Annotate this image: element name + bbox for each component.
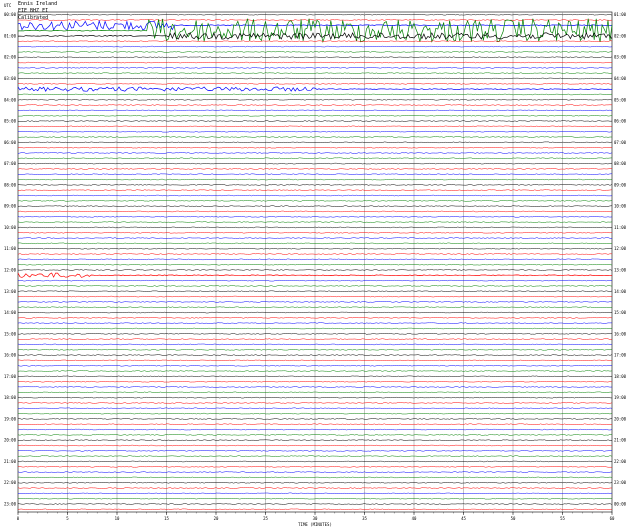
left-time-label: 18:00 [4, 395, 17, 400]
minute-tick-label: 40 [412, 516, 417, 521]
left-time-label: 06:00 [4, 140, 17, 145]
right-time-label: 08:00 [614, 161, 627, 166]
right-time-label: 02:00 [614, 33, 627, 38]
minute-tick-label: 55 [560, 516, 565, 521]
left-time-label: 08:00 [4, 182, 17, 187]
right-time-label: 13:00 [614, 267, 627, 272]
minute-tick-label: 25 [263, 516, 268, 521]
right-time-label: 19:00 [614, 395, 627, 400]
right-time-label: 15:00 [614, 310, 627, 315]
left-time-label: 20:00 [4, 438, 17, 443]
left-time-label: 16:00 [4, 353, 17, 358]
right-time-label: 04:00 [614, 76, 627, 81]
minute-tick-label: 45 [461, 516, 466, 521]
left-time-label: 22:00 [4, 480, 17, 485]
minute-tick-label: 0 [17, 516, 20, 521]
right-time-label: 14:00 [614, 289, 627, 294]
minute-tick-label: 10 [115, 516, 120, 521]
left-time-label: 14:00 [4, 310, 17, 315]
minute-tick-label: 15 [164, 516, 169, 521]
left-time-label: 21:00 [4, 459, 17, 464]
left-time-label: 03:00 [4, 76, 17, 81]
right-time-label: 16:00 [614, 331, 627, 336]
right-time-label: 23:00 [614, 480, 627, 485]
left-time-label: 15:00 [4, 331, 17, 336]
minute-tick-label: 60 [610, 516, 615, 521]
minute-tick-label: 50 [511, 516, 516, 521]
left-time-label: 05:00 [4, 119, 17, 124]
right-time-label: 09:00 [614, 182, 627, 187]
left-time-label: 23:00 [4, 502, 17, 507]
left-time-label: 01:00 [4, 33, 17, 38]
left-time-label: 07:00 [4, 161, 17, 166]
helicorder-plot: 0 5 10 15 20 25 30 35 40 45 50 55 60 TIME (MINUTES) UT… [4, 3, 627, 527]
minute-tick-label: 20 [214, 516, 219, 521]
right-time-label: 01:00 [614, 12, 627, 17]
right-time-label: 06:00 [614, 119, 627, 124]
left-time-label: 17:00 [4, 374, 17, 379]
helicorder-page: Ennis Ireland EIE BHZ EI Calibrated 0 5 10… [0, 0, 640, 528]
left-time-label: 02:00 [4, 55, 17, 60]
right-time-label: 20:00 [614, 416, 627, 421]
right-time-label: 17:00 [614, 353, 627, 358]
minute-tick-label: 30 [313, 516, 318, 521]
right-time-label: 18:00 [614, 374, 627, 379]
left-time-label: 13:00 [4, 289, 17, 294]
right-time-label: 11:00 [614, 225, 627, 230]
right-time-label: 12:00 [614, 246, 627, 251]
right-time-label: 05:00 [614, 97, 627, 102]
right-time-label: 07:00 [614, 140, 627, 145]
right-time-label: 00:00 [614, 502, 627, 507]
right-time-label: 21:00 [614, 438, 627, 443]
right-time-label: 03:00 [614, 55, 627, 60]
right-time-label: 10:00 [614, 204, 627, 209]
right-time-label: 22:00 [614, 459, 627, 464]
left-time-label: 10:00 [4, 225, 17, 230]
left-time-label: 09:00 [4, 204, 17, 209]
left-time-label: 11:00 [4, 246, 17, 251]
left-time-label: 00:00 [4, 12, 17, 17]
minute-tick-label: 35 [362, 516, 367, 521]
corner-label: UTC [4, 3, 12, 8]
left-time-label: 04:00 [4, 97, 17, 102]
x-axis-label: TIME (MINUTES) [298, 522, 332, 527]
minute-tick-label: 5 [66, 516, 69, 521]
left-time-label: 19:00 [4, 416, 17, 421]
left-time-label: 12:00 [4, 267, 17, 272]
